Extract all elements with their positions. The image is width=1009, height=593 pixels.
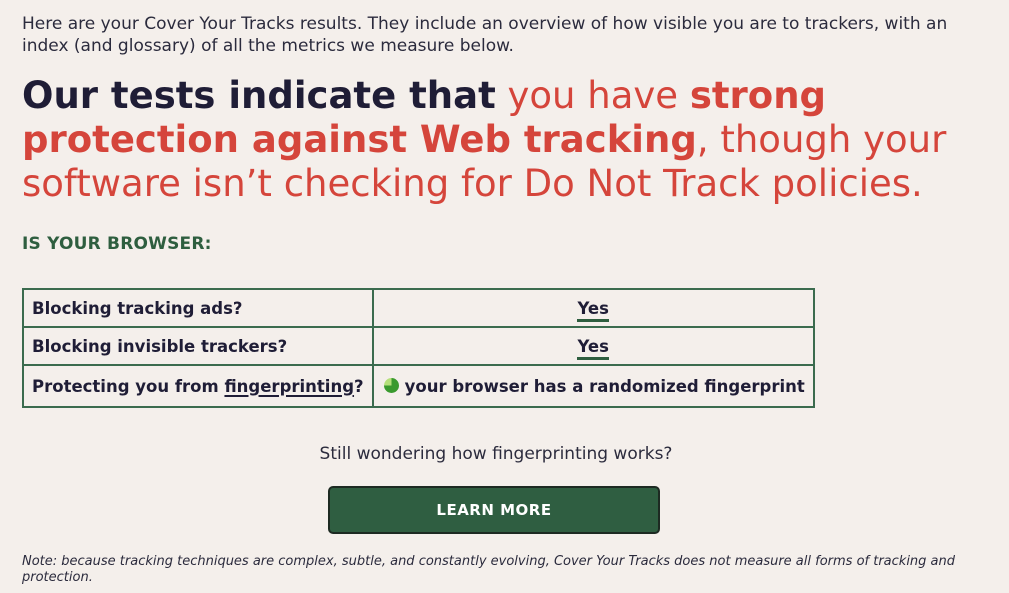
question-cell: Blocking tracking ads? [22, 288, 374, 328]
question-prefix: Protecting you from [32, 376, 225, 396]
question-cell: Blocking invisible trackers? [22, 326, 374, 366]
question-suffix: ? [354, 376, 364, 396]
answer-yes-link[interactable]: Yes [577, 298, 609, 322]
fingerprint-answer-text: your browser has a randomized fingerprin… [404, 376, 805, 396]
intro-text: Here are your Cover Your Tracks results.… [22, 14, 948, 56]
table-row: Protecting you from fingerprinting? your… [22, 364, 815, 408]
headline-lead: Our tests indicate that [22, 74, 496, 117]
learn-more-prompt: Still wondering how fingerprinting works… [319, 444, 673, 464]
question-cell: Protecting you from fingerprinting? [22, 364, 374, 408]
results-headline: Our tests indicate that you have strong … [22, 74, 997, 206]
fingerprinting-link[interactable]: fingerprinting [224, 377, 354, 396]
disclaimer-note: Note: because tracking techniques are co… [22, 554, 956, 585]
browser-question-heading: IS YOUR BROWSER: [22, 234, 212, 254]
green-pie-status-icon [383, 377, 399, 393]
answer-cell: your browser has a randomized fingerprin… [371, 364, 815, 408]
answer-cell: Yes [371, 326, 815, 366]
learn-more-button[interactable]: LEARN MORE [328, 486, 660, 534]
table-row: Blocking invisible trackers? Yes [22, 326, 815, 366]
table-row: Blocking tracking ads? Yes [22, 288, 815, 328]
results-table: Blocking tracking ads? Yes Blocking invi… [22, 288, 815, 408]
answer-cell: Yes [371, 288, 815, 328]
answer-yes-link[interactable]: Yes [577, 336, 609, 360]
headline-you-have: you have [495, 74, 690, 117]
